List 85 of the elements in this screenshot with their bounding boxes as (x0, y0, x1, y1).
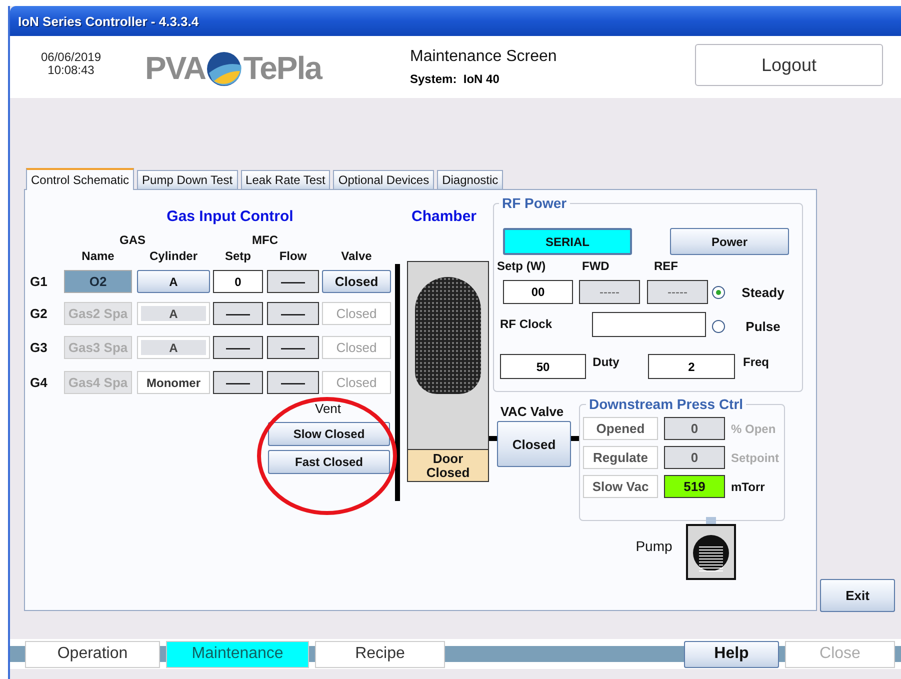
valve-label: VAC Valve (499, 402, 565, 420)
column-header: FWD (582, 259, 610, 273)
setpoint-field: —— (213, 336, 263, 359)
group-title: RF Power (499, 195, 570, 211)
radio-label: Steady (740, 284, 786, 301)
row-label: G3 (30, 339, 48, 357)
unit-label: % Open (731, 421, 777, 437)
pressure-field: 0 (664, 417, 725, 440)
setpoint-field: —— (213, 302, 263, 325)
logo-text: PVA (145, 50, 206, 87)
column-header: Setp (224, 249, 252, 263)
field-label: Duty (592, 355, 620, 369)
reflected-power-field: ----- (647, 280, 708, 304)
column-header: Valve (340, 249, 373, 263)
unit-label: mTorr (731, 479, 766, 495)
field-label: RF Clock (500, 317, 554, 331)
tab[interactable]: Leak Rate Test (240, 170, 330, 189)
row-label: G4 (30, 374, 48, 392)
column-group-header: MFC (251, 233, 279, 247)
vent-button[interactable]: Fast Closed (268, 450, 390, 474)
radio-label: Pulse (744, 318, 782, 335)
date-text: 06/06/2019 (40, 51, 102, 64)
screen-title: Maintenance Screen (410, 48, 557, 66)
tab[interactable]: Control Schematic (26, 168, 134, 190)
cylinder-field: A (137, 302, 210, 325)
window-title: IoN Series Controller - 4.3.3.4 (18, 14, 199, 28)
column-header: Flow (278, 249, 308, 263)
cylinder-field: A (137, 336, 210, 359)
pressure-field: 0 (664, 446, 725, 469)
cylinder-field: Monomer (137, 371, 210, 394)
nav-button[interactable]: Operation (25, 640, 160, 668)
mode-button[interactable]: Slow Vac (583, 475, 658, 498)
column-header: Cylinder (148, 249, 198, 263)
line-connector (571, 436, 579, 441)
line-connector (489, 436, 497, 441)
radio-button[interactable] (712, 320, 725, 333)
logout-button[interactable]: Logout (695, 44, 883, 86)
radio-button[interactable] (712, 286, 725, 299)
cylinder-button[interactable]: A (137, 270, 210, 293)
pump-label: Pump (634, 537, 674, 555)
door-status: Door Closed (407, 449, 489, 482)
flow-field: —— (267, 336, 319, 359)
clock-field[interactable] (592, 312, 706, 337)
unit-label: Setpoint (731, 450, 780, 466)
logo-text: TePla (243, 50, 322, 87)
flow-field: —— (267, 302, 319, 325)
tab[interactable]: Diagnostic (437, 170, 504, 189)
section-title: Chamber (410, 207, 478, 225)
setpoint-field[interactable]: 0 (213, 270, 263, 293)
vac-valve-button[interactable]: Closed (497, 421, 571, 467)
column-header: Setp (W) (497, 259, 547, 273)
pump-icon (686, 517, 736, 580)
pressure-field: 519 (664, 475, 725, 498)
vent-button[interactable]: Slow Closed (268, 422, 390, 446)
nav-button[interactable]: Help (684, 640, 779, 668)
nav-button[interactable]: Recipe (315, 640, 445, 668)
flow-field: —— (267, 270, 319, 293)
tab[interactable]: Pump Down Test (137, 170, 238, 189)
valve-button[interactable]: Closed (322, 270, 391, 293)
gas-name-field[interactable]: O2 (64, 270, 132, 293)
mode-button[interactable]: Opened (583, 417, 658, 440)
section-title: Gas Input Control (166, 207, 294, 225)
row-label: G2 (30, 305, 48, 323)
logo-icon (206, 50, 242, 86)
exit-button[interactable]: Exit (820, 579, 895, 612)
system-label: System: IoN 40 (410, 72, 500, 86)
group-title: Downstream Press Ctrl (586, 396, 746, 412)
vent-label: Vent (314, 400, 342, 417)
flow-field: —— (267, 371, 319, 394)
forward-power-field: ----- (579, 280, 640, 304)
column-header: REF (654, 259, 679, 273)
tab[interactable]: Optional Devices (333, 170, 434, 189)
setpoint-field: —— (213, 371, 263, 394)
column-header: Name (80, 249, 116, 263)
mode-button[interactable]: Regulate (583, 446, 658, 469)
duty-field[interactable]: 50 (500, 354, 586, 379)
time-text: 10:08:43 (48, 64, 94, 77)
setpoint-field[interactable]: 00 (503, 280, 573, 304)
power-button[interactable]: Power (670, 228, 789, 255)
frequency-field[interactable]: 2 (648, 354, 735, 379)
column-group-header: GAS (118, 233, 146, 247)
nav-button[interactable]: Maintenance (166, 640, 309, 668)
row-label: G1 (30, 273, 48, 291)
mode-button[interactable]: SERIAL (503, 228, 632, 255)
field-label: Freq (742, 355, 770, 369)
